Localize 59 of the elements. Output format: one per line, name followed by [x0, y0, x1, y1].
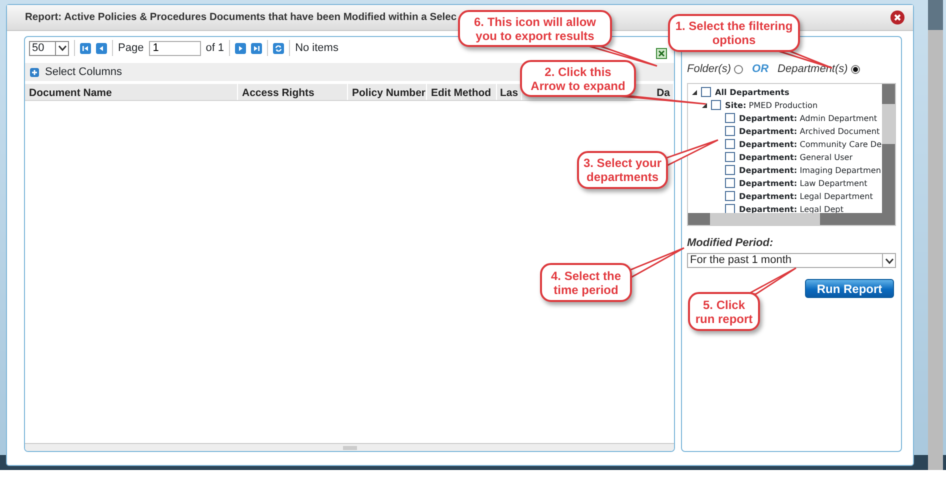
checkbox[interactable] [725, 204, 735, 214]
window-title: Report: Active Policies & Procedures Documents that have been Modified within a Selec [25, 10, 457, 25]
refresh-icon[interactable] [273, 42, 284, 54]
tree-item[interactable]: Site: PMED Production [725, 98, 818, 112]
tree-item[interactable]: Department: General User [739, 150, 853, 164]
column-header[interactable]: Edit Method [427, 84, 497, 100]
checkbox[interactable] [725, 178, 735, 188]
tree-item[interactable]: Department: Legal Department [739, 190, 873, 202]
tree-item[interactable]: Department: Archived Document [739, 124, 880, 138]
checkbox[interactable] [725, 139, 735, 149]
last-page-icon[interactable] [251, 42, 262, 54]
page-count: of 1 [206, 40, 224, 56]
radio-button[interactable] [850, 64, 860, 74]
spreadsheet-icon[interactable] [656, 48, 667, 59]
scrollbar[interactable] [688, 212, 895, 224]
status-text: No items [295, 40, 338, 56]
checkbox[interactable] [725, 113, 735, 123]
tree-item[interactable]: Department: Law Department [739, 176, 868, 190]
period-select[interactable]: For the past 1 month [687, 253, 896, 268]
column-header[interactable]: Access Rights [238, 84, 348, 100]
column-header[interactable]: Policy Number [348, 84, 427, 100]
caret-icon [884, 258, 894, 264]
column-header[interactable]: Document Name [25, 84, 238, 100]
checkbox[interactable] [711, 100, 721, 110]
page-field[interactable]: 1 [148, 40, 201, 56]
page-label: Page [118, 40, 144, 56]
select-columns-link[interactable]: Select Columns [45, 64, 122, 80]
callout-note: 5. Click run report [688, 292, 760, 331]
first-page-icon[interactable] [80, 42, 91, 54]
tree-item[interactable]: Department: Legal Dept [739, 202, 844, 216]
tree-item[interactable]: Department: Admin Department [739, 112, 878, 124]
caret-icon [58, 45, 66, 51]
radio-button[interactable] [734, 64, 744, 74]
scrollbar[interactable] [882, 84, 895, 214]
expand-icon[interactable] [702, 102, 707, 108]
run-report-button[interactable]: Run Report [805, 279, 894, 298]
checkbox[interactable] [725, 152, 735, 162]
scrollbar[interactable] [928, 0, 943, 470]
next-page-icon[interactable] [235, 42, 246, 54]
checkbox[interactable] [725, 191, 735, 201]
scrollbar[interactable] [25, 443, 674, 451]
checkbox[interactable] [725, 165, 735, 175]
previous-page-icon[interactable] [96, 42, 107, 54]
tree-item[interactable]: Department: Community Care De [739, 138, 882, 150]
checkbox[interactable] [701, 87, 711, 97]
leader-line [665, 139, 719, 168]
leader-line [629, 247, 685, 280]
tree-item[interactable]: Department: Imaging Departmen [739, 164, 881, 176]
option-label: Department(s) [778, 62, 848, 77]
page-size-select[interactable]: 50 [29, 40, 69, 56]
option-label: Folder(s) [687, 62, 732, 77]
tree-item[interactable]: All Departments [715, 86, 790, 98]
field-label: Modified Period: [687, 236, 774, 250]
callout-note: 4. Select the time period [540, 263, 632, 302]
callout-note: 3. Select your departments [577, 151, 668, 189]
close-icon[interactable] [890, 10, 905, 25]
checkbox[interactable] [725, 126, 735, 136]
or-label: OR [752, 62, 769, 77]
plus-icon[interactable] [30, 68, 39, 76]
